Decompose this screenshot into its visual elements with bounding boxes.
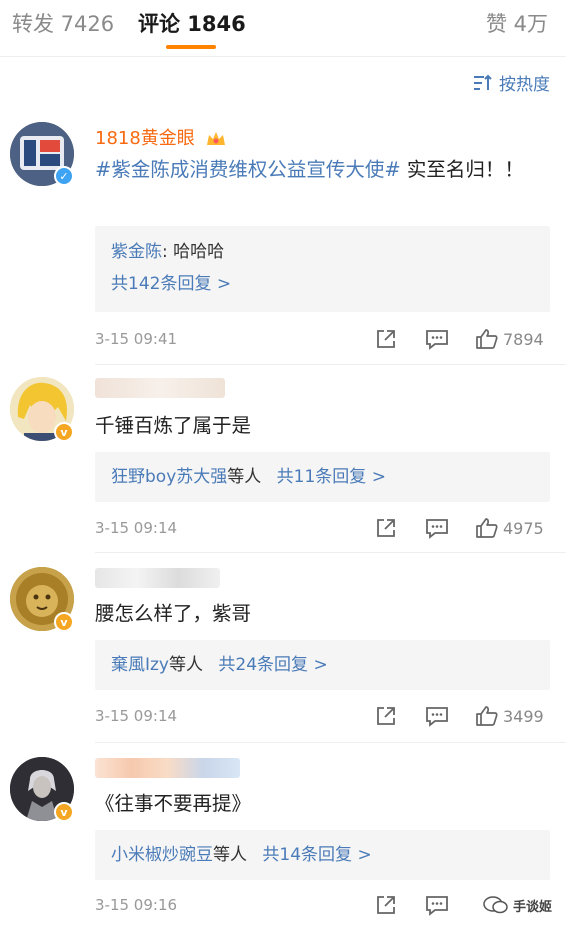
comment-divider bbox=[95, 742, 566, 743]
tab-bar: 转发 7426 评论 1846 赞 4万 bbox=[0, 0, 566, 56]
reply-suffix: 等人 bbox=[213, 845, 247, 865]
blurred-username bbox=[95, 378, 225, 398]
comment-username-blurred[interactable] bbox=[95, 758, 240, 783]
reply-count-link[interactable]: 共11条回复 > bbox=[277, 467, 386, 487]
comment-text: 千锤百炼了属于是 bbox=[95, 414, 252, 437]
reply-summary-line: 小米椒炒豌豆等人 共14条回复 > bbox=[111, 839, 534, 871]
comment-username-blurred[interactable] bbox=[95, 568, 220, 593]
reply-count-link[interactable]: 共14条回复 > bbox=[262, 845, 371, 865]
crown-icon bbox=[206, 132, 225, 145]
reply-preview-text: : 哈哈哈 bbox=[162, 242, 225, 262]
sort-icon bbox=[474, 74, 492, 90]
reply-suffix: 等人 bbox=[227, 467, 262, 487]
share-icon[interactable] bbox=[375, 894, 397, 916]
like-button[interactable]: 7894 bbox=[475, 328, 544, 350]
comment-text-body: 实至名归！！ bbox=[400, 158, 524, 181]
reply-preview-box[interactable]: 小米椒炒豌豆等人 共14条回复 > bbox=[95, 830, 550, 880]
sort-button[interactable]: 按热度 bbox=[473, 70, 550, 95]
comment-username[interactable]: 1818黄金眼 bbox=[95, 124, 227, 150]
thumbs-up-icon bbox=[476, 706, 498, 726]
vip-badge-icon: v bbox=[54, 802, 74, 822]
wechat-icon bbox=[483, 896, 508, 914]
comment-divider bbox=[95, 364, 566, 365]
reply-suffix: 等人 bbox=[169, 655, 203, 675]
vip-badge-icon: v bbox=[54, 612, 74, 632]
share-icon[interactable] bbox=[375, 705, 397, 727]
reply-preview-box[interactable]: 紫金陈: 哈哈哈 共142条回复 > bbox=[95, 226, 550, 312]
reply-icon[interactable] bbox=[425, 328, 449, 350]
reply-count-link[interactable]: 共24条回复 > bbox=[218, 655, 327, 675]
watermark: 手谈姬 bbox=[483, 895, 552, 915]
reply-preview-line: 紫金陈: 哈哈哈 bbox=[111, 236, 534, 268]
share-icon[interactable] bbox=[375, 517, 397, 539]
sort-label: 按热度 bbox=[499, 75, 550, 95]
active-tab-indicator bbox=[166, 45, 216, 49]
comment-divider bbox=[95, 552, 566, 553]
comment-text: #紫金陈成消费维权公益宣传大使# 实至名归！！ bbox=[95, 154, 536, 186]
reply-preview-box[interactable]: 狂野boy苏大强等人 共11条回复 > bbox=[95, 452, 550, 502]
blurred-username bbox=[95, 758, 240, 778]
comment-username-blurred[interactable] bbox=[95, 378, 225, 403]
thumbs-up-icon bbox=[476, 329, 498, 349]
reply-users[interactable]: 小米椒炒豌豆 bbox=[111, 845, 213, 865]
comment-meta: 3-15 09:14 3499 bbox=[95, 705, 550, 729]
vip-badge-icon: v bbox=[54, 422, 74, 442]
tabs-divider bbox=[0, 56, 566, 57]
comment-meta: 3-15 09:41 7894 bbox=[95, 328, 550, 352]
like-count: 7894 bbox=[503, 329, 544, 349]
reply-icon[interactable] bbox=[425, 705, 449, 727]
reply-summary-line: 狂野boy苏大强等人 共11条回复 > bbox=[111, 461, 534, 493]
comment-meta: 3-15 09:16 bbox=[95, 894, 550, 918]
comment-time: 3-15 09:14 bbox=[95, 707, 178, 725]
tab-likes[interactable]: 赞 4万 bbox=[486, 8, 548, 38]
like-button[interactable]: 4975 bbox=[475, 517, 544, 539]
reply-users[interactable]: 棄風Izy bbox=[111, 655, 169, 675]
watermark-label: 手谈姬 bbox=[512, 899, 552, 915]
username-text: 1818黄金眼 bbox=[95, 128, 195, 149]
comment-text: 腰怎么样了，紫哥 bbox=[95, 602, 252, 625]
comment-meta: 3-15 09:14 4975 bbox=[95, 517, 550, 541]
comment-time: 3-15 09:16 bbox=[95, 896, 178, 914]
reply-icon[interactable] bbox=[425, 894, 449, 916]
reply-users[interactable]: 狂野boy苏大强 bbox=[111, 467, 227, 487]
comment-time: 3-15 09:14 bbox=[95, 519, 178, 537]
like-button[interactable]: 3499 bbox=[475, 705, 544, 727]
reply-icon[interactable] bbox=[425, 517, 449, 539]
topic-link[interactable]: #紫金陈成消费维权公益宣传大使# bbox=[95, 158, 401, 181]
comment-time: 3-15 09:41 bbox=[95, 330, 178, 348]
reply-preview-box[interactable]: 棄風Izy等人 共24条回复 > bbox=[95, 640, 550, 690]
comment-text: 《往事不要再提》 bbox=[95, 792, 252, 815]
reply-preview-user[interactable]: 紫金陈 bbox=[111, 242, 162, 262]
like-count: 3499 bbox=[503, 706, 544, 726]
tab-reposts[interactable]: 转发 7426 bbox=[12, 8, 114, 38]
tab-comments[interactable]: 评论 1846 bbox=[138, 8, 246, 38]
like-count: 4975 bbox=[503, 518, 544, 538]
reply-count-link[interactable]: 共142条回复 > bbox=[111, 268, 534, 300]
reply-summary-line: 棄風Izy等人 共24条回复 > bbox=[111, 649, 534, 681]
share-icon[interactable] bbox=[375, 328, 397, 350]
verified-badge-icon: ✓ bbox=[54, 166, 74, 186]
blurred-username bbox=[95, 568, 220, 588]
thumbs-up-icon bbox=[476, 518, 498, 538]
